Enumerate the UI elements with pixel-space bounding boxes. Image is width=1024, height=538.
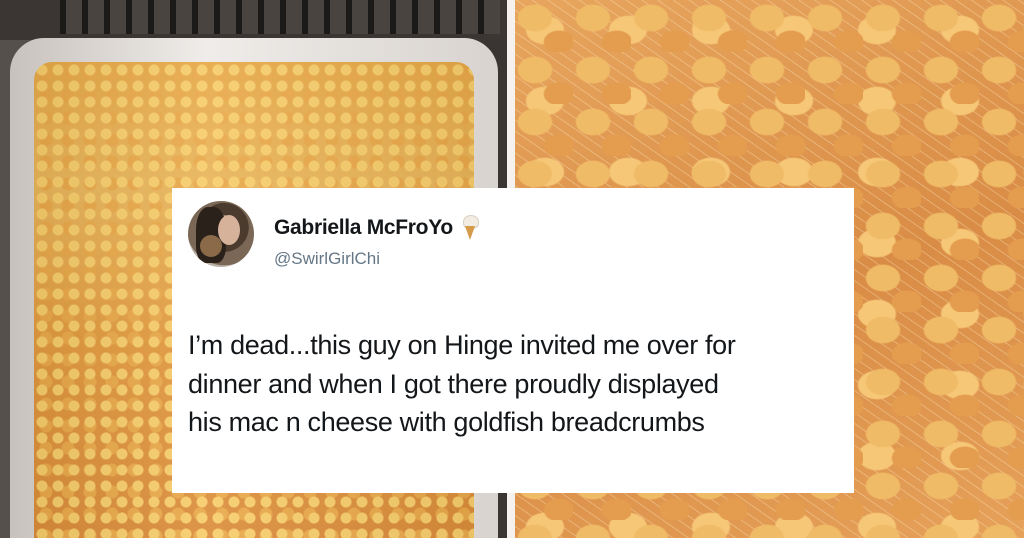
- avatar[interactable]: [188, 201, 254, 267]
- tweet-text-line: his mac n cheese with goldfish breadcrum…: [188, 407, 705, 437]
- tweet-card: Gabriella McFroYo @SwirlGirlChi I’m dead…: [172, 188, 854, 493]
- name-row: Gabriella McFroYo: [274, 215, 479, 241]
- avatar-face: [218, 215, 240, 245]
- tweet-text-line: I’m dead...this guy on Hinge invited me …: [188, 330, 736, 360]
- display-name[interactable]: Gabriella McFroYo: [274, 216, 453, 240]
- user-handle[interactable]: @SwirlGirlChi: [274, 249, 380, 269]
- tweet-text-line: dinner and when I got there proudly disp…: [188, 368, 719, 399]
- oven-rack: [60, 0, 500, 34]
- avatar-dog: [200, 235, 222, 257]
- ice-cream-icon: [462, 215, 479, 241]
- tweet-text: I’m dead...this guy on Hinge invited me …: [188, 326, 843, 442]
